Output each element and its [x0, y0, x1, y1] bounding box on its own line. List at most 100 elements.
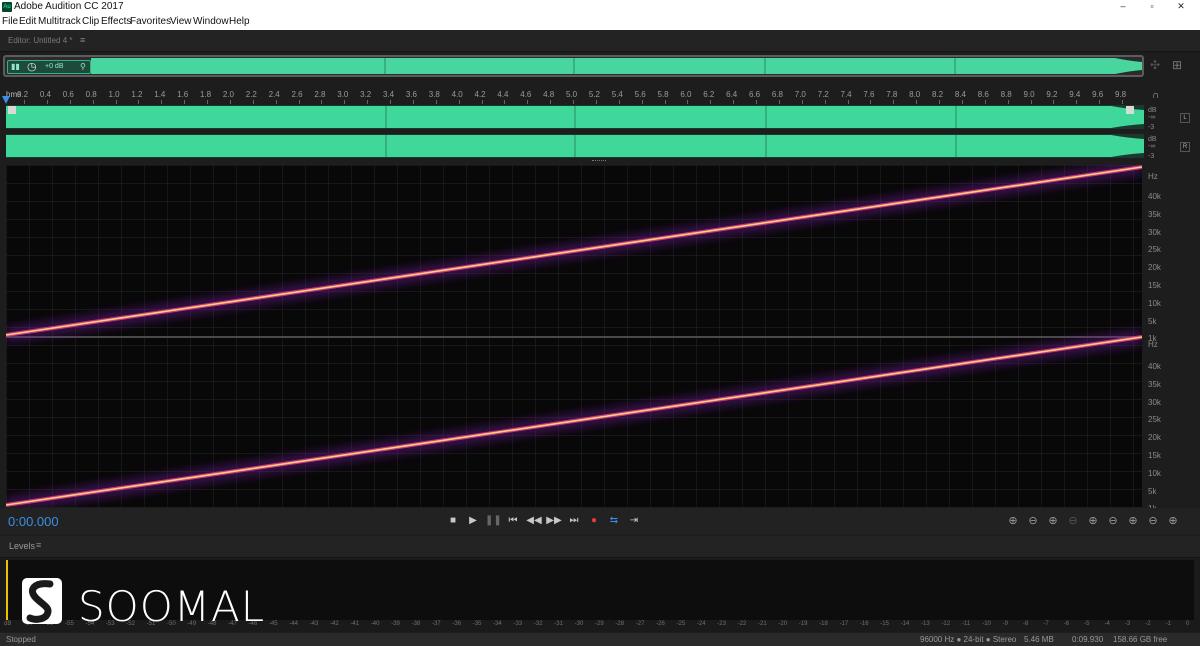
zoom-in-time-button[interactable]: ⊕: [1045, 513, 1061, 529]
file-size: 5.46 MB: [1024, 635, 1054, 644]
play-button[interactable]: ▶: [465, 513, 481, 529]
ruler-tick-label: 8.0: [909, 90, 921, 99]
frequency-tick-label: 15k: [1148, 451, 1161, 460]
levels-title[interactable]: Levels: [9, 541, 35, 551]
level-scale-label: -8: [1022, 621, 1029, 627]
sample-format: 96000 Hz ● 24-bit ● Stereo: [920, 635, 1017, 644]
ruler-tick-label: 0.2: [17, 90, 29, 99]
menu-multitrack[interactable]: Multitrack: [38, 16, 81, 27]
close-button[interactable]: ✕: [1168, 1, 1194, 13]
signal-bars-icon: ▮▮: [11, 62, 20, 71]
menu-edit[interactable]: Edit: [19, 16, 36, 27]
ruler-tick-mark: [390, 100, 391, 104]
hud-db-value: +0 dB: [45, 63, 64, 70]
level-scale-label: -33: [513, 621, 523, 627]
menu-window[interactable]: Window: [193, 16, 229, 27]
fast-forward-button[interactable]: ▶▶: [546, 513, 562, 529]
zoom-selection-button[interactable]: ⊖: [1145, 513, 1161, 529]
ruler-tick-label: 2.6: [291, 90, 303, 99]
ruler-tick-mark: [92, 100, 94, 104]
hud-volume-control[interactable]: ▮▮ ◷ +0 dB ⚲: [7, 60, 91, 74]
panel-divider-handle[interactable]: [592, 160, 606, 163]
ruler-tick-label: 8.4: [954, 90, 966, 99]
loop-playback-button[interactable]: ⇆: [606, 513, 622, 529]
level-scale-label: -30: [574, 621, 584, 627]
waveform-right-channel[interactable]: [6, 134, 1144, 158]
ruler-tick-mark: [344, 100, 346, 104]
panel-menu-icon[interactable]: ≡: [80, 35, 85, 45]
ruler-tick-mark: [664, 100, 666, 104]
menu-view[interactable]: View: [170, 16, 192, 27]
menu-bar: File Edit Multitrack Clip Effects Favori…: [0, 15, 1200, 30]
menu-file[interactable]: File: [2, 16, 18, 27]
go-to-end-button[interactable]: ⏭: [566, 513, 582, 529]
level-scale-label: -13: [921, 621, 930, 627]
ruler-tick-mark: [824, 100, 826, 104]
right-channel-button[interactable]: R: [1180, 142, 1190, 152]
expand-icon[interactable]: ⊞: [1172, 58, 1182, 72]
pin-icon[interactable]: ⚲: [80, 62, 86, 71]
ruler-tick-label: 5.2: [588, 90, 600, 99]
title-bar: Au Adobe Audition CC 2017 – ▫ ✕: [0, 0, 1200, 15]
level-scale-label: -29: [595, 621, 604, 627]
zoom-out-time-button[interactable]: ⊖: [1065, 513, 1081, 529]
spectral-frequency-display[interactable]: [4, 160, 1144, 512]
waveform-overview[interactable]: ▮▮ ◷ +0 dB ⚲: [3, 55, 1144, 77]
playhead-icon[interactable]: [2, 96, 10, 104]
ruler-tick-label: 4.6: [520, 90, 532, 99]
level-scale-label: -6: [1063, 621, 1070, 627]
levels-menu-icon[interactable]: ≡: [36, 540, 41, 550]
ruler-tick-mark: [527, 100, 529, 104]
menu-favorites[interactable]: Favorites: [130, 16, 171, 27]
time-ruler[interactable]: hms 0.2 0.4 0.6 0.8 1.0 1.2 1.4 1.6 1.8 2.0 2.2 2.4…: [0, 88, 1159, 104]
zoom-in-at-end-button[interactable]: ⊕: [1125, 513, 1141, 529]
level-scale-label: -28: [615, 621, 625, 627]
ruler-tick-mark: [367, 100, 369, 104]
menu-effects[interactable]: Effects: [101, 16, 131, 27]
zoom-navigator-icon[interactable]: ✣: [1150, 58, 1160, 72]
maximize-button[interactable]: ▫: [1139, 1, 1165, 13]
ruler-tick-mark: [573, 100, 574, 104]
waveform-left-channel[interactable]: [6, 105, 1144, 129]
pause-button[interactable]: ❚❚: [485, 513, 502, 529]
level-scale-label: -17: [839, 621, 849, 627]
record-button[interactable]: ●: [586, 513, 602, 529]
watermark-text: SOOMAL: [78, 582, 266, 631]
zoom-spectral-button[interactable]: ⊕: [1165, 513, 1181, 529]
frequency-tick-label: 20k: [1148, 433, 1161, 443]
ruler-tick-label: 0.6: [62, 90, 74, 99]
zoom-out-full-button[interactable]: ⊕: [1085, 513, 1101, 529]
frequency-tick-label: 10k: [1148, 468, 1161, 478]
menu-clip[interactable]: Clip: [82, 16, 99, 27]
stop-button[interactable]: ■: [445, 513, 461, 529]
ruler-tick-label: 4.2: [474, 90, 486, 99]
ruler-tick-mark: [207, 100, 208, 104]
free-disk-space: 158.66 GB free: [1113, 635, 1168, 644]
volume-knob-icon[interactable]: ◷: [27, 60, 37, 73]
menu-help[interactable]: Help: [229, 16, 250, 27]
ruler-tick-label: 9.8: [1115, 90, 1127, 99]
left-channel-button[interactable]: L: [1180, 113, 1190, 123]
level-scale-label: -26: [656, 621, 665, 627]
go-to-start-button[interactable]: ⏮: [505, 513, 521, 529]
rewind-button[interactable]: ◀◀: [526, 513, 542, 529]
levels-panel-header: Levels ≡: [0, 536, 1200, 558]
editor-tab[interactable]: Editor: Untitled 4 *: [8, 36, 72, 45]
level-scale-label: -19: [798, 621, 808, 627]
ruler-tick-label: 5.0: [566, 90, 578, 99]
ruler-tick-label: 2.4: [268, 90, 280, 99]
ruler-tick-mark: [641, 100, 643, 104]
snap-magnet-icon[interactable]: ∩: [1152, 90, 1159, 101]
skip-selection-button[interactable]: ⇥: [626, 513, 642, 529]
spectrogram-canvas: [4, 160, 1144, 512]
ruler-tick-mark: [1122, 100, 1123, 104]
minimize-button[interactable]: –: [1110, 1, 1136, 13]
current-time-display[interactable]: 0:00.000: [8, 514, 59, 529]
ruler-tick-label: 4.0: [451, 90, 463, 99]
level-scale-label: -38: [411, 621, 421, 627]
zoom-in-at-start-button[interactable]: ⊖: [1105, 513, 1121, 529]
level-scale-label: -2: [1145, 621, 1151, 627]
ruler-tick-mark: [870, 100, 872, 104]
zoom-in-amplitude-button[interactable]: ⊕: [1005, 513, 1021, 529]
zoom-out-amplitude-button[interactable]: ⊖: [1025, 513, 1041, 529]
